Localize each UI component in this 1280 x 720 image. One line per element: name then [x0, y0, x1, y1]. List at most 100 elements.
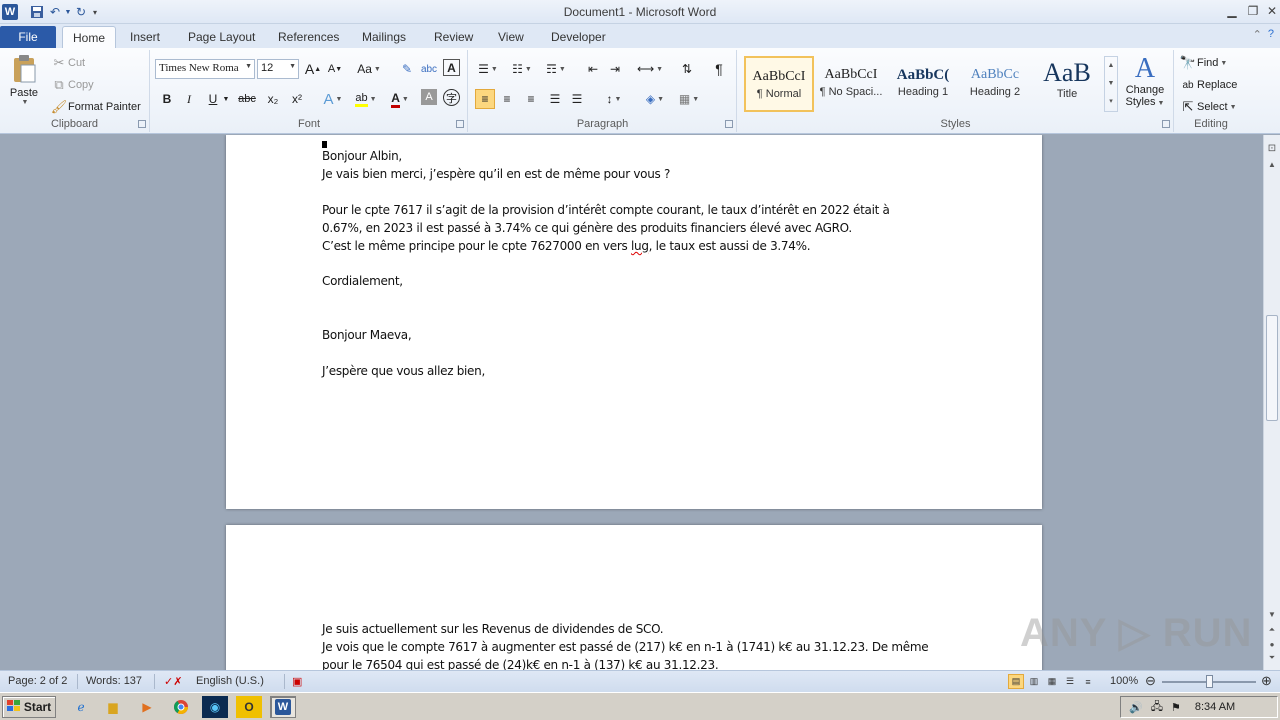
phonetic-guide-icon[interactable]: abc	[419, 59, 439, 79]
decrease-indent-icon[interactable]: ⇤	[583, 59, 603, 79]
proofing-icon[interactable]: ✓✗	[164, 675, 182, 688]
flag-icon[interactable]: ⚑	[1171, 701, 1181, 714]
shading-icon[interactable]: ◈ ▼	[641, 89, 669, 109]
font-size-combo[interactable]: 12 ▼	[257, 59, 299, 79]
help-icon[interactable]: ?	[1268, 28, 1274, 41]
paste-button[interactable]: Paste ▼	[6, 54, 42, 106]
zoom-out-icon[interactable]: ⊖	[1145, 673, 1156, 689]
media-player-icon[interactable]: ▶	[134, 696, 160, 718]
page-count[interactable]: Page: 2 of 2	[8, 675, 67, 687]
minimize-icon[interactable]: ▁	[1222, 2, 1242, 20]
select-button[interactable]: ⇱ Select ▼	[1179, 98, 1237, 116]
macro-record-icon[interactable]: ▣	[292, 675, 302, 688]
bold-button[interactable]: B	[157, 89, 177, 109]
vertical-scrollbar[interactable]: ⊡ ▲ ▼ ⏶ ● ⏷	[1263, 135, 1280, 670]
tab-references[interactable]: References	[268, 26, 349, 48]
bullets-icon[interactable]: ☰ ▼	[475, 59, 501, 79]
strikethrough-button[interactable]: abc	[237, 89, 257, 109]
cut-button[interactable]: ✂ Cut	[50, 54, 86, 72]
enclose-characters-icon[interactable]: 字	[443, 89, 460, 106]
next-page-icon[interactable]: ⏷	[1265, 651, 1279, 665]
tab-view[interactable]: View	[488, 26, 534, 48]
tab-home[interactable]: Home	[62, 26, 117, 48]
web-layout-icon[interactable]: ▦	[1044, 674, 1060, 689]
highlight-color-icon[interactable]: ab ▼	[351, 89, 381, 109]
styles-gallery-scroll[interactable]: ▲ ▼ ▾	[1104, 56, 1118, 112]
zoom-in-icon[interactable]: ⊕	[1261, 673, 1272, 689]
word-taskbar-icon[interactable]: W	[270, 696, 296, 718]
maximize-icon[interactable]: ❐	[1243, 2, 1263, 20]
underline-dropdown-icon[interactable]: ▼	[221, 89, 231, 109]
scroll-up-icon[interactable]: ▲	[1265, 157, 1279, 171]
network-icon[interactable]: 🖧	[1151, 698, 1163, 717]
scroll-thumb[interactable]	[1266, 315, 1278, 421]
print-layout-view-icon[interactable]: ▤	[1008, 674, 1024, 689]
tab-file[interactable]: File	[0, 26, 56, 48]
increase-indent-icon[interactable]: ⇥	[605, 59, 625, 79]
clear-formatting-icon[interactable]: ✎	[397, 59, 417, 79]
show-formatting-button[interactable]: ¶	[709, 59, 729, 79]
character-border-icon[interactable]: A	[443, 59, 460, 76]
style-heading-2[interactable]: AaBbCc Heading 2	[960, 56, 1030, 112]
multilevel-list-icon[interactable]: ☶ ▼	[543, 59, 569, 79]
grow-font-button[interactable]: A ▲	[303, 59, 323, 79]
borders-icon[interactable]: ▦ ▼	[675, 89, 703, 109]
browse-object-icon[interactable]: ●	[1265, 637, 1279, 651]
superscript-button[interactable]: x²	[287, 89, 307, 109]
copy-button[interactable]: ⧉ Copy	[50, 76, 93, 94]
align-left-icon[interactable]: ≡	[475, 89, 495, 109]
format-painter-button[interactable]: 🖌 Format Painter	[50, 98, 141, 116]
paste-dropdown-icon[interactable]: ▼	[22, 99, 29, 106]
sort-icon[interactable]: ⇅	[677, 59, 697, 79]
shrink-font-button[interactable]: A ▼	[325, 59, 345, 79]
tab-mailings[interactable]: Mailings	[352, 26, 416, 48]
style-normal[interactable]: AaBbCcI ¶ Normal	[744, 56, 814, 112]
italic-button[interactable]: I	[179, 89, 199, 109]
full-screen-reading-icon[interactable]: ▥	[1026, 674, 1042, 689]
edge-icon[interactable]: ◉	[202, 696, 228, 718]
replace-button[interactable]: ab Replace	[1179, 76, 1237, 94]
tab-insert[interactable]: Insert	[120, 26, 170, 48]
tab-page-layout[interactable]: Page Layout	[178, 26, 265, 48]
document-area[interactable]: Bonjour Albin, Je vais bien merci, j’esp…	[0, 135, 1263, 670]
minimize-ribbon-icon[interactable]: ⌃	[1253, 28, 1262, 41]
distributed-icon[interactable]: ☰	[567, 89, 587, 109]
font-name-combo[interactable]: Times New Roma ▼	[155, 59, 255, 79]
find-button[interactable]: 🔭 Find ▼	[1179, 54, 1227, 72]
language-indicator[interactable]: English (U.S.)	[196, 675, 264, 687]
draft-view-icon[interactable]: ≡	[1080, 674, 1096, 689]
previous-page-icon[interactable]: ⏶	[1265, 623, 1279, 637]
styles-launcher-icon[interactable]	[1162, 120, 1170, 128]
clock[interactable]: 8:34 AM	[1195, 701, 1235, 713]
close-icon[interactable]: ✕	[1262, 2, 1280, 20]
font-launcher-icon[interactable]	[456, 120, 464, 128]
underline-button[interactable]: U	[203, 89, 223, 109]
outlook-icon[interactable]: O	[236, 696, 262, 718]
scroll-down-icon[interactable]: ▼	[1265, 607, 1279, 621]
line-spacing-icon[interactable]: ↕ ▼	[601, 89, 627, 109]
clipboard-launcher-icon[interactable]	[138, 120, 146, 128]
justify-icon[interactable]: ☰	[545, 89, 565, 109]
text-direction-icon[interactable]: ⟷ ▼	[637, 59, 663, 79]
font-color-icon[interactable]: A ▼	[385, 89, 415, 109]
change-styles-button[interactable]: A Change Styles ▼	[1122, 54, 1168, 109]
tab-developer[interactable]: Developer	[541, 26, 616, 48]
page-2[interactable]: Je suis actuellement sur les Revenus de …	[226, 525, 1042, 670]
zoom-level[interactable]: 100%	[1110, 675, 1138, 687]
align-center-icon[interactable]: ≡	[497, 89, 517, 109]
word-count[interactable]: Words: 137	[86, 675, 142, 687]
start-button[interactable]: Start	[2, 696, 56, 718]
ruler-toggle-icon[interactable]: ⊡	[1265, 141, 1279, 155]
character-shading-icon[interactable]: A	[421, 89, 437, 105]
align-right-icon[interactable]: ≡	[521, 89, 541, 109]
internet-explorer-icon[interactable]: ℯ	[68, 696, 94, 718]
text-effects-icon[interactable]: A ▼	[319, 89, 347, 109]
outline-view-icon[interactable]: ☰	[1062, 674, 1078, 689]
volume-icon[interactable]: 🔊	[1129, 701, 1143, 714]
style-heading-1[interactable]: AaBbC( Heading 1	[888, 56, 958, 112]
numbering-icon[interactable]: ☷ ▼	[509, 59, 535, 79]
chrome-icon[interactable]	[168, 696, 194, 718]
folder-icon[interactable]: ▆	[100, 696, 126, 718]
page-1[interactable]: Bonjour Albin, Je vais bien merci, j’esp…	[226, 135, 1042, 509]
zoom-slider-thumb[interactable]	[1206, 675, 1213, 688]
